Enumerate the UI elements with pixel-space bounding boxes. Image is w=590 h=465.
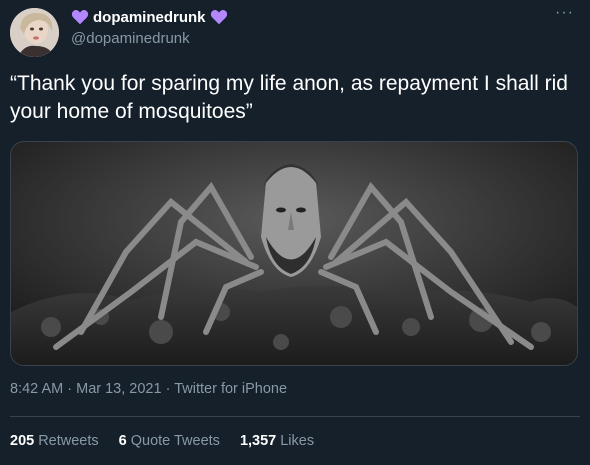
- retweets-label: Retweets: [38, 433, 99, 449]
- tweet-time[interactable]: 8:42 AM: [10, 381, 63, 397]
- name-row: dopaminedrunk: [71, 7, 228, 27]
- tweet-text: “Thank you for sparing my life anon, as …: [10, 72, 568, 123]
- tweet-card: dopaminedrunk @dopaminedrunk ··· “Thank …: [0, 0, 590, 465]
- likes-label: Likes: [280, 433, 315, 449]
- display-name[interactable]: dopaminedrunk: [93, 9, 206, 26]
- quote-tweets-count: 6: [118, 433, 127, 449]
- tweet-media-image[interactable]: [10, 141, 578, 366]
- likes-stat[interactable]: 1,357 Likes: [240, 433, 314, 449]
- tweet-date[interactable]: Mar 13, 2021: [76, 381, 161, 397]
- quote-tweets-stat[interactable]: 6 Quote Tweets: [119, 433, 220, 449]
- avatar-image: [10, 8, 59, 57]
- retweets-count: 205: [10, 433, 35, 449]
- avatar[interactable]: [10, 8, 59, 57]
- divider: [10, 416, 580, 417]
- tweet-meta: 8:42 AM · Mar 13, 2021 · Twitter for iPh…: [10, 381, 287, 397]
- purple-heart-icon: [210, 10, 227, 25]
- likes-count: 1,357: [239, 433, 277, 449]
- retweets-stat[interactable]: 205 Retweets: [10, 433, 99, 449]
- user-handle[interactable]: @dopaminedrunk: [71, 30, 190, 47]
- meta-separator: ·: [165, 381, 171, 397]
- meta-separator: ·: [67, 381, 73, 397]
- more-options-icon[interactable]: ···: [555, 4, 574, 22]
- tweet-stats: 205 Retweets 6 Quote Tweets 1,357 Likes: [10, 433, 314, 449]
- quote-tweets-label: Quote Tweets: [130, 433, 220, 449]
- tweet-source[interactable]: Twitter for iPhone: [174, 381, 287, 397]
- purple-heart-icon: [71, 10, 89, 25]
- spider-man-hybrid-image: [11, 142, 577, 365]
